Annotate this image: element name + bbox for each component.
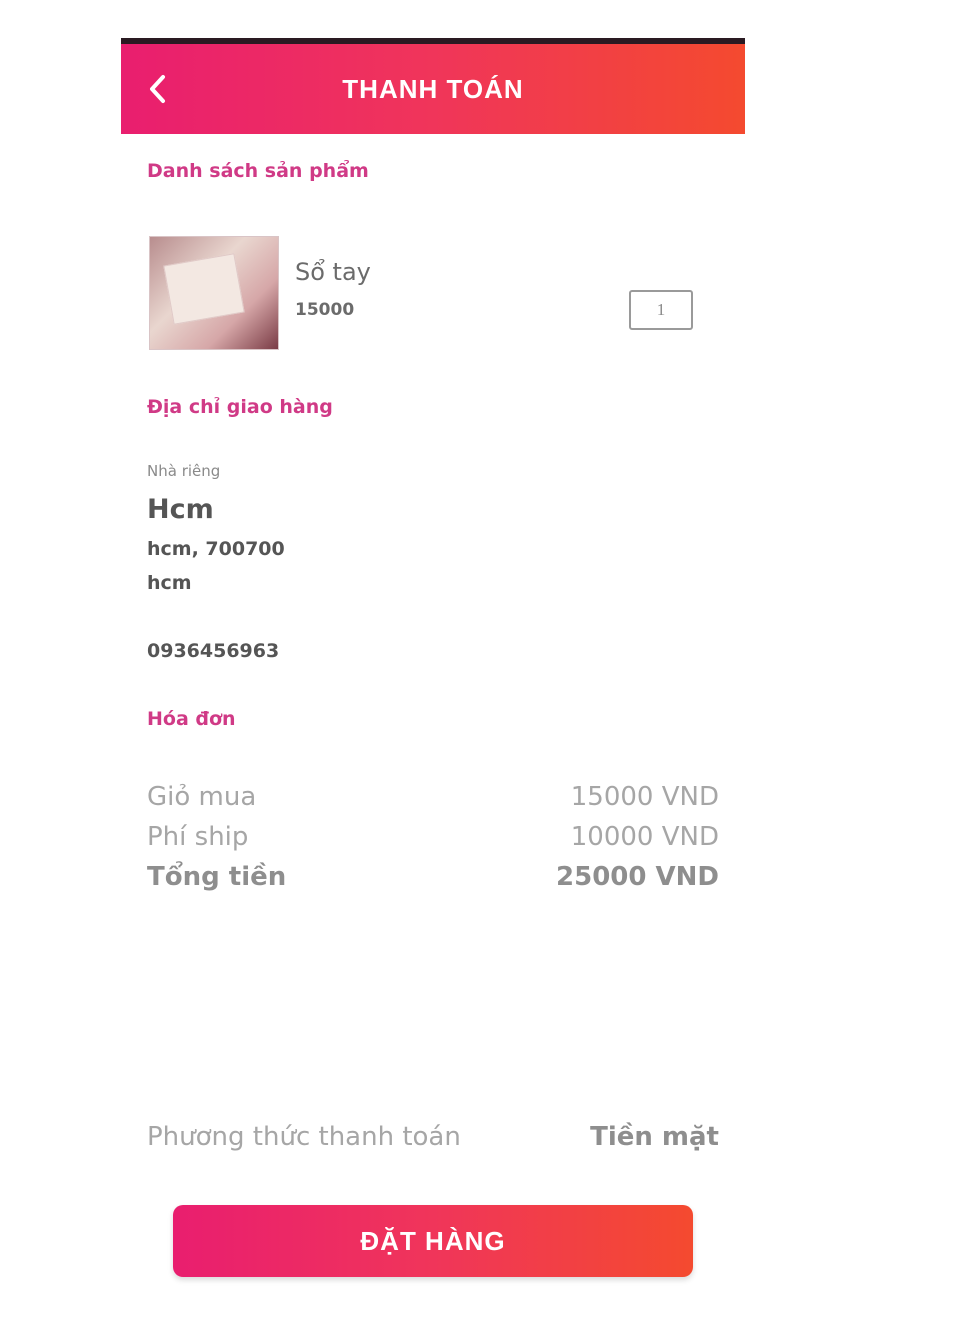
invoice-section-title: Hóa đơn [147,708,236,730]
cart-value: 15000 VND [570,782,719,812]
address-line-2: hcm [147,572,192,594]
total-label: Tổng tiền [147,862,287,892]
cart-label: Giỏ mua [147,782,257,812]
chevron-left-icon [150,75,165,103]
checkout-screen: THANH TOÁN Danh sách sản phẩm Sổ tay 150… [121,38,745,1303]
page-title: THANH TOÁN [342,73,524,104]
address-section-title: Địa chỉ giao hàng [147,396,333,418]
ship-label: Phí ship [147,822,249,852]
product-image[interactable] [149,236,279,350]
back-button[interactable] [145,75,171,103]
ship-value: 10000 VND [570,822,719,852]
products-section-title: Danh sách sản phẩm [147,160,369,182]
product-image-detail [163,253,245,325]
app-header: THANH TOÁN [121,44,745,134]
payment-method-label: Phương thức thanh toán [147,1122,461,1152]
product-price: 15000 [295,300,355,320]
place-order-button[interactable]: ĐẶT HÀNG [173,1205,693,1277]
quantity-input[interactable]: 1 [629,290,693,330]
place-order-label: ĐẶT HÀNG [360,1225,506,1256]
total-value: 25000 VND [556,862,719,892]
address-name: Hcm [147,494,214,525]
payment-method-value[interactable]: Tiền mặt [590,1122,719,1152]
product-name: Sổ tay [295,258,371,286]
address-label: Nhà riêng [147,462,221,480]
address-line-1: hcm, 700700 [147,538,285,560]
address-phone: 0936456963 [147,640,280,662]
